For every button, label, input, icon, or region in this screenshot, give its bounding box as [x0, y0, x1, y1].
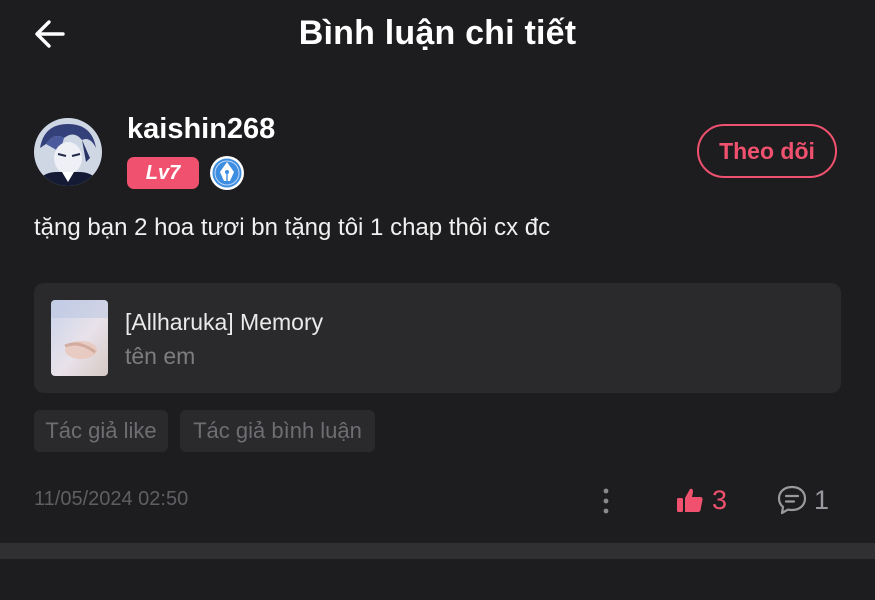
comment-bubble-icon: [777, 485, 807, 515]
like-button[interactable]: 3: [676, 482, 727, 518]
reply-button[interactable]: 1: [776, 482, 829, 518]
comment-text: tặng bạn 2 hoa tươi bn tặng tôi 1 chap t…: [34, 214, 551, 241]
top-bar: Bình luận chi tiết: [0, 0, 875, 70]
follow-button[interactable]: Theo dõi: [697, 124, 837, 178]
more-options-button[interactable]: [594, 484, 618, 518]
tag-author-like[interactable]: Tác giả like: [34, 410, 168, 452]
avatar[interactable]: [34, 118, 102, 186]
username[interactable]: kaishin268: [127, 113, 275, 146]
pen-nib-icon: [209, 155, 245, 191]
thumbs-up-icon: [677, 488, 703, 512]
more-vertical-icon: [603, 488, 609, 514]
replies-section: [0, 559, 875, 600]
page-title: Bình luận chi tiết: [298, 14, 577, 52]
book-cover: [51, 300, 108, 376]
book-card[interactable]: [Allharuka] Memory tên em: [34, 283, 841, 393]
tag-author-comment[interactable]: Tác giả bình luận: [180, 410, 375, 452]
timestamp: 11/05/2024 02:50: [34, 488, 189, 510]
section-divider: [0, 543, 875, 559]
book-title: [Allharuka] Memory: [125, 309, 324, 335]
book-subtitle: tên em: [125, 343, 196, 369]
like-count: 3: [712, 484, 728, 515]
reply-count: 1: [814, 484, 830, 515]
level-badge: Lv7: [127, 157, 199, 189]
